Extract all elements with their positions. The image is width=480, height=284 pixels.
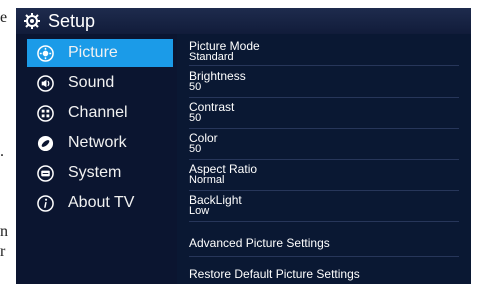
setting-value: 50 (189, 143, 202, 155)
setting-backlight[interactable]: BackLight Low (189, 194, 459, 217)
edge-text-2: . (0, 143, 4, 160)
sidebar-item-channel[interactable]: Channel (27, 99, 173, 127)
speaker-icon (37, 74, 54, 92)
setting-picture-mode[interactable]: Picture Mode Standard (189, 40, 459, 63)
setting-value: Standard (189, 51, 234, 63)
sidebar-item-system[interactable]: System (27, 159, 173, 187)
divider (189, 159, 459, 160)
setting-value: 50 (189, 81, 202, 93)
divider (189, 97, 459, 98)
setting-brightness[interactable]: Brightness 50 (189, 70, 459, 93)
setup-header: Setup (16, 8, 471, 34)
restore-default-picture-settings-button[interactable]: Restore Default Picture Settings (189, 267, 360, 281)
setting-aspect-ratio[interactable]: Aspect Ratio Normal (189, 163, 459, 186)
edge-text-4: r (0, 243, 6, 260)
setting-name: Contrast (189, 100, 235, 114)
sidebar: Picture Sound Channel Network System Abo… (16, 34, 177, 284)
network-icon (37, 135, 54, 151)
sidebar-item-label: Network (68, 134, 127, 151)
setting-value: Normal (189, 174, 225, 186)
sidebar-item-label: About TV (68, 194, 135, 211)
setting-name: BackLight (189, 193, 242, 207)
setting-name: Aspect Ratio (189, 162, 258, 176)
sidebar-item-label: Sound (68, 74, 115, 91)
setting-name: Color (189, 131, 218, 145)
divider (189, 256, 459, 257)
edge-text-3: n (0, 223, 8, 240)
info-icon (37, 194, 54, 212)
setting-contrast[interactable]: Contrast 50 (189, 101, 459, 124)
channel-icon (37, 104, 54, 122)
sidebar-item-about-tv[interactable]: About TV (27, 189, 173, 217)
setting-value: Low (189, 205, 210, 217)
sidebar-item-picture[interactable]: Picture (27, 39, 173, 67)
picture-icon (37, 44, 54, 62)
sidebar-item-label: Picture (68, 44, 118, 61)
sidebar-item-network[interactable]: Network (27, 129, 173, 157)
setting-color[interactable]: Color 50 (189, 132, 459, 155)
page-title: Setup (48, 10, 96, 31)
tv-screen: Setup Picture Sound Channel Network Syst… (16, 8, 471, 284)
setting-value: 50 (189, 112, 202, 124)
picture-settings-panel: Picture Mode Standard Brightness 50 Cont… (177, 34, 471, 284)
divider (189, 65, 459, 66)
divider (189, 190, 459, 191)
sidebar-item-sound[interactable]: Sound (27, 69, 173, 97)
edge-text-1: e (0, 9, 8, 26)
gear-icon (24, 13, 40, 29)
divider (189, 128, 459, 129)
divider (189, 221, 459, 222)
system-icon (37, 164, 54, 182)
setting-name: Brightness (189, 69, 246, 83)
sidebar-item-label: System (68, 164, 122, 181)
sidebar-item-label: Channel (68, 104, 128, 121)
advanced-picture-settings-button[interactable]: Advanced Picture Settings (189, 236, 330, 250)
